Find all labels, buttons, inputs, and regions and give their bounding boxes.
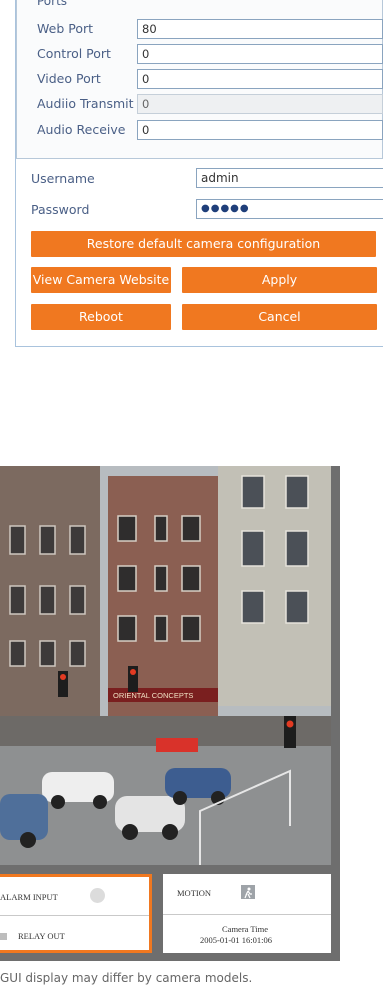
storefront-sign: ORIENTAL CONCEPTS	[113, 691, 193, 700]
motion-label: MOTION	[177, 888, 211, 898]
motion-walker-icon	[241, 885, 255, 899]
view-camera-website-button[interactable]: View Camera Website	[31, 267, 171, 293]
camera-config-panel: Ports Web Port 80 Control Port 0 Video P…	[15, 0, 383, 347]
audio-receive-label: Audio Receive	[37, 122, 126, 137]
motion-divider	[163, 914, 331, 915]
control-port-row: Control Port 0	[37, 44, 383, 64]
camera-time-label: Camera Time	[222, 924, 269, 934]
audio-receive-input[interactable]: 0	[137, 120, 383, 140]
alarm-input-label: ALARM INPUT	[0, 892, 58, 902]
ports-group: Ports Web Port 80 Control Port 0 Video P…	[16, 0, 383, 159]
web-port-row: Web Port 80	[37, 19, 383, 39]
motion-panel: MOTION Camera Time 2005-01-01 16:01:06	[163, 874, 331, 953]
street-scene-image: ORIENTAL CONCEPTS	[0, 466, 331, 865]
web-port-label: Web Port	[37, 21, 94, 36]
relay-checkbox-icon[interactable]	[0, 933, 7, 940]
reboot-button[interactable]: Reboot	[31, 304, 171, 330]
audio-transmit-row: Audiio Transmit 0	[37, 94, 383, 114]
video-port-row: Video Port 0	[37, 69, 383, 89]
password-input[interactable]: ●●●●●	[196, 199, 383, 219]
control-port-input[interactable]: 0	[137, 44, 383, 64]
alarm-divider	[0, 915, 149, 916]
audio-transmit-input: 0	[137, 94, 383, 114]
username-row: Username admin	[31, 168, 383, 190]
username-label: Username	[31, 171, 95, 186]
apply-button[interactable]: Apply	[182, 267, 377, 293]
camera-live-feed[interactable]: ORIENTAL CONCEPTS	[0, 466, 331, 865]
video-port-label: Video Port	[37, 71, 101, 86]
alarm-panel: ALARM INPUT RELAY OUT	[0, 874, 152, 953]
ports-legend: Ports	[37, 0, 68, 8]
alarm-status-icon	[90, 888, 105, 903]
camera-viewer: ORIENTAL CONCEPTS ALARM INPUT RELAY OUT …	[0, 466, 340, 961]
web-port-input[interactable]: 80	[137, 19, 383, 39]
audio-receive-row: Audio Receive 0	[37, 120, 383, 140]
gui-disclaimer-caption: GUI display may differ by camera models.	[0, 971, 253, 985]
username-input[interactable]: admin	[196, 168, 383, 188]
password-row: Password ●●●●●	[31, 199, 383, 221]
password-label: Password	[31, 202, 90, 217]
camera-time-value: 2005-01-01 16:01:06	[200, 935, 273, 945]
restore-defaults-button[interactable]: Restore default camera configuration	[31, 231, 376, 257]
control-port-label: Control Port	[37, 46, 111, 61]
video-port-input[interactable]: 0	[137, 69, 383, 89]
status-strip: ALARM INPUT RELAY OUT MOTION Camera Time…	[0, 874, 331, 953]
relay-out-label: RELAY OUT	[18, 931, 65, 941]
audio-transmit-label: Audiio Transmit	[37, 96, 134, 111]
cancel-button[interactable]: Cancel	[182, 304, 377, 330]
